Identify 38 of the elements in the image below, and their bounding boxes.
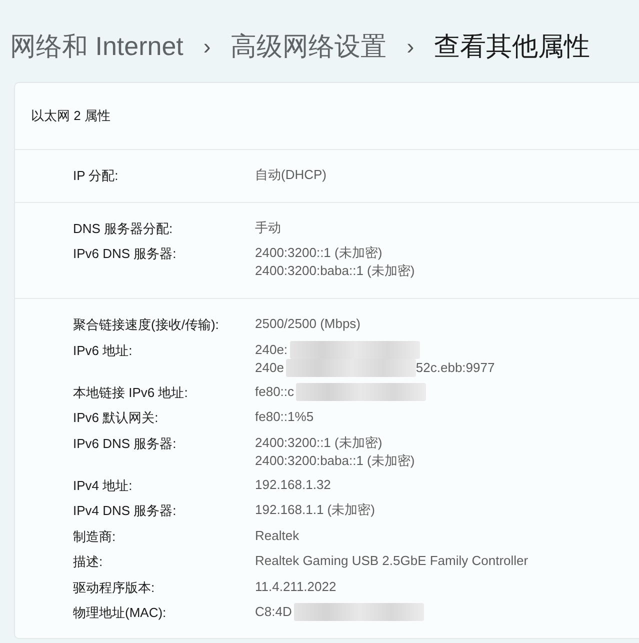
property-value: 2400:3200::1 (未加密) [255, 244, 382, 262]
property-label: IPv6 DNS 服务器: [73, 434, 178, 452]
property-value: 2500/2500 (Mbps) [255, 315, 361, 334]
property-value: 2400:3200:baba::1 (未加密) [255, 262, 415, 280]
property-value: Realtek Gaming USB 2.5GbE Family Controller [255, 552, 528, 570]
property-value: 自动(DHCP) [255, 166, 326, 184]
property-label: IPv6 DNS 服务器: [73, 245, 178, 263]
property-value: C8:4D [255, 603, 292, 622]
property-label: 制造商: [73, 528, 117, 546]
property-label: 本地链接 IPv6 地址: [73, 384, 189, 402]
property-value: 手动 [255, 218, 281, 237]
property-value: 11.4.211.2022 [255, 578, 336, 596]
breadcrumb-current: 查看其他属性 [434, 30, 590, 62]
property-value: 52c.ebb:9977 [416, 358, 495, 377]
property-value: fe80::c [255, 382, 294, 401]
property-label: 物理地址(MAC): [73, 604, 168, 622]
property-value: 2400:3200::1 (未加密) [255, 434, 382, 452]
breadcrumb-separator: › [406, 32, 414, 60]
property-label: 驱动程序版本: [73, 578, 156, 596]
property-label: IPv6 默认网关: [73, 409, 160, 427]
property-value: 240e [255, 358, 284, 377]
breadcrumb-link[interactable]: 高级网络设置 [230, 26, 387, 66]
property-label: 聚合链接速度(接收/传输): [73, 316, 220, 334]
card-title: 以太网 2 属性 [31, 107, 110, 126]
property-label: IPv4 地址: [73, 476, 134, 494]
property-label: IPv6 地址: [73, 342, 134, 360]
property-value: 2400:3200:baba::1 (未加密) [255, 452, 415, 470]
property-label: IP 分配: [73, 167, 120, 185]
property-label: IPv4 DNS 服务器: [73, 502, 178, 520]
breadcrumb-separator: › [203, 32, 211, 60]
property-value: 192.168.1.32 [255, 476, 331, 494]
property-value: fe80::1%5 [255, 408, 314, 426]
property-label: 描述: [73, 553, 104, 571]
property-value: Realtek [255, 526, 300, 545]
breadcrumb-link[interactable]: 网络和 Internet [10, 26, 184, 66]
property-label: DNS 服务器分配: [73, 220, 174, 238]
property-value: 240e: [255, 340, 288, 359]
property-value: 192.168.1.1 (未加密) [255, 501, 375, 520]
